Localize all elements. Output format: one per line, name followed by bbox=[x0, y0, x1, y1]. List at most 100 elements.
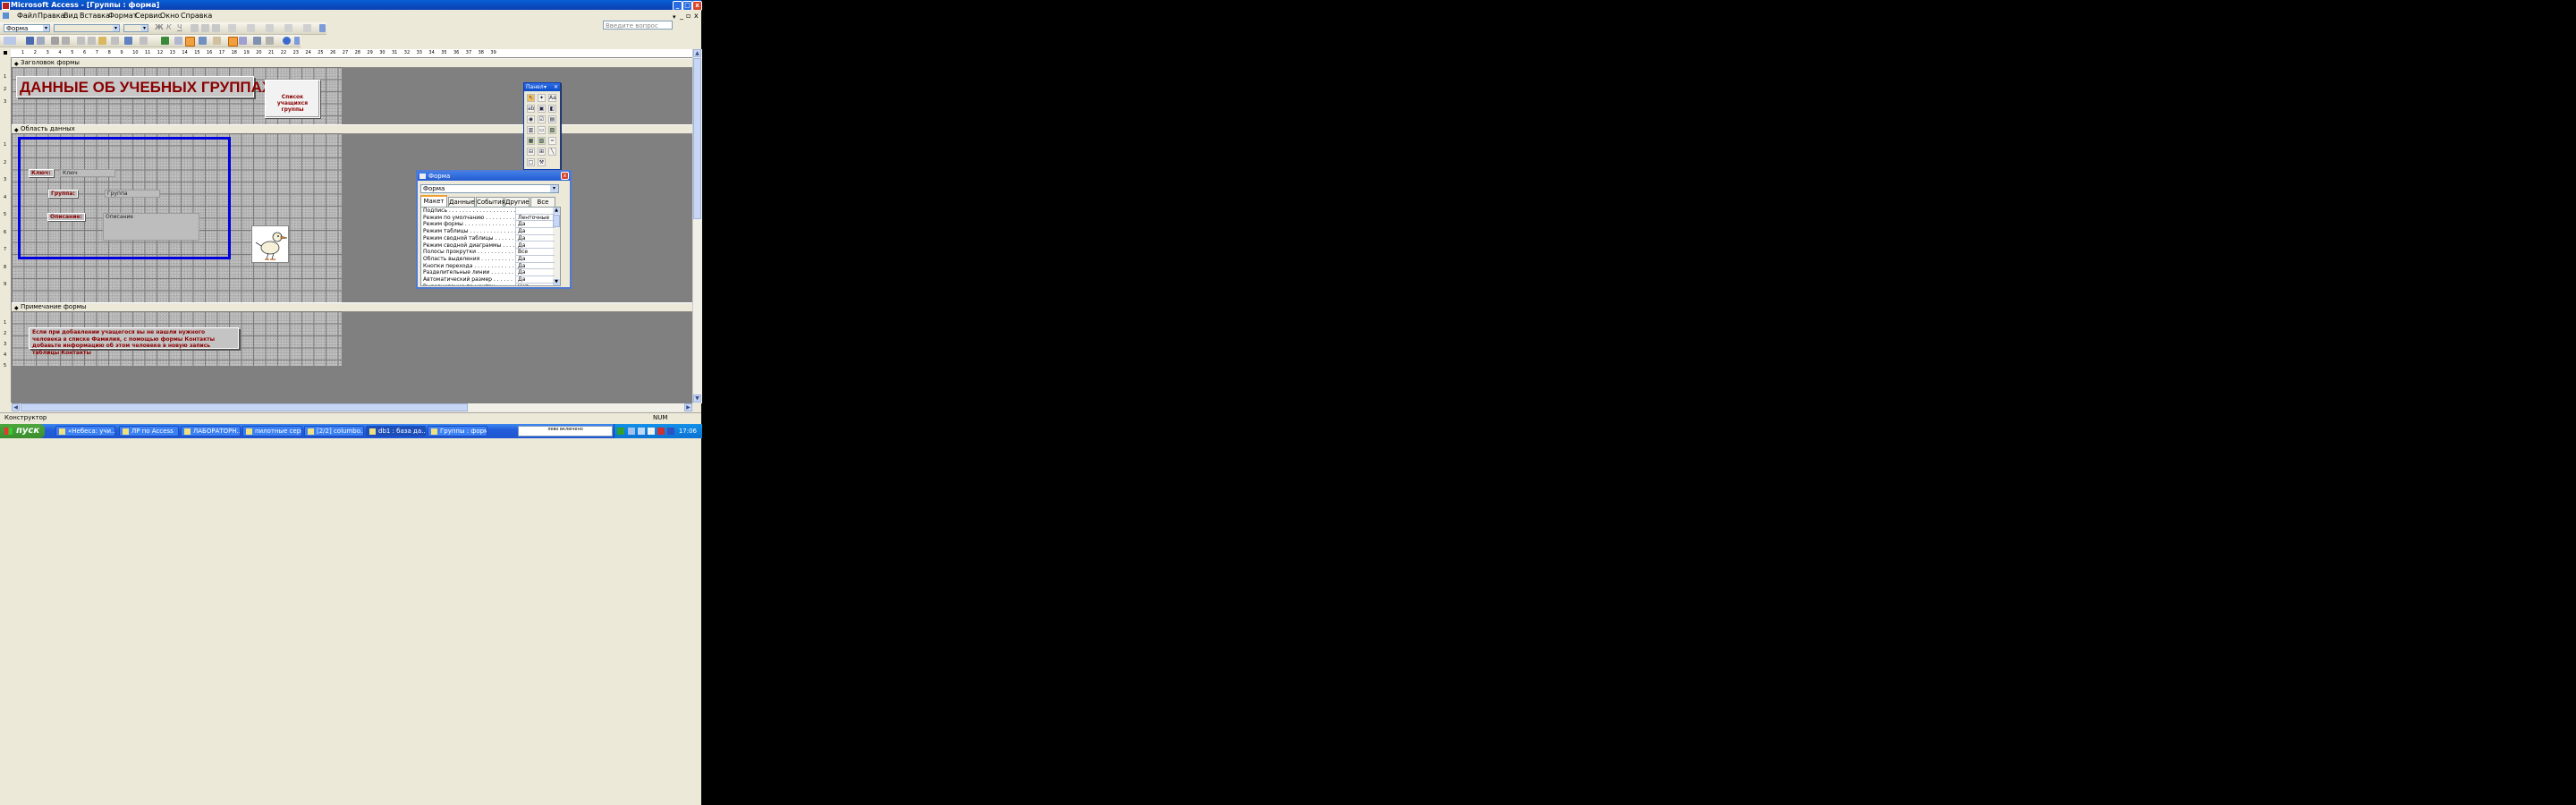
property-row[interactable]: Режим по умолчанию . . . . . . . . . . Ле… bbox=[421, 214, 555, 222]
language-panel[interactable]: лево включено bbox=[518, 426, 613, 436]
property-value[interactable]: Да bbox=[515, 255, 555, 263]
properties-icon[interactable] bbox=[228, 37, 238, 47]
wizard-icon[interactable]: ✦ bbox=[538, 94, 546, 102]
font-combo[interactable]: ▾ bbox=[54, 24, 120, 32]
taskbar-button[interactable]: Группы : форма bbox=[428, 426, 487, 436]
student-list-button[interactable]: Список учащихся группы bbox=[265, 80, 320, 118]
chevron-down-icon[interactable]: ▾ bbox=[43, 25, 49, 31]
build-icon[interactable] bbox=[239, 37, 247, 45]
option-group-icon[interactable]: ▣ bbox=[538, 105, 546, 113]
form-title-label[interactable]: ДАННЫЕ ОБ УЧЕБНЫХ ГРУППАХ bbox=[16, 76, 272, 97]
chevron-down-icon[interactable]: ▾ bbox=[550, 185, 558, 192]
toolbox-palette[interactable]: Панел ▾ ✕ ↖ ✦ Aa ab ▣ ◧ ◉ ☑ ▤ ▥ ▭ ▨ ▦ ▧ ┅ ⊟ ⊞ ╲ □ ⚒ bbox=[523, 82, 561, 170]
start-button[interactable]: пуск bbox=[0, 424, 45, 438]
align-right-icon[interactable] bbox=[212, 24, 220, 32]
help-icon[interactable] bbox=[283, 37, 291, 45]
property-row[interactable]: Режим сводной таблицы . . . . . . . Да bbox=[421, 234, 555, 242]
tab-other[interactable]: Другие bbox=[504, 197, 530, 207]
detail-area[interactable]: Ключ: Ключ Группа: Группа Описание: Опис… bbox=[12, 133, 342, 302]
line-color-icon[interactable] bbox=[266, 24, 274, 32]
property-row[interactable]: Автоматический размер . . . . . . Да bbox=[421, 276, 555, 284]
menu-edit[interactable]: Правка bbox=[38, 10, 64, 21]
option-button-icon[interactable]: ◉ bbox=[527, 115, 535, 123]
view-icon[interactable] bbox=[4, 37, 16, 45]
hyperlink-icon[interactable] bbox=[161, 37, 169, 45]
menu-view[interactable]: Вид bbox=[64, 10, 78, 21]
property-row[interactable]: Область выделения . . . . . . . . . . Да bbox=[421, 255, 555, 263]
print-preview-icon[interactable] bbox=[62, 37, 70, 45]
property-value[interactable] bbox=[515, 208, 555, 215]
font-color-icon[interactable] bbox=[247, 24, 255, 32]
tab-events[interactable]: События bbox=[476, 197, 505, 207]
taskbar-button[interactable]: «Небеса: учи... bbox=[55, 426, 115, 436]
textbox-icon[interactable]: ab bbox=[527, 105, 535, 113]
bound-frame-icon[interactable]: ▧ bbox=[538, 137, 546, 145]
doc-minimize-button[interactable]: _ bbox=[680, 10, 683, 21]
taskbar-button[interactable]: ЛАБОРАТОРН... bbox=[181, 426, 241, 436]
bold-button[interactable]: Ж bbox=[155, 23, 164, 31]
property-row[interactable]: Режим формы . . . . . . . . . . . . . . … bbox=[421, 221, 555, 229]
fill-color-icon[interactable] bbox=[228, 24, 236, 32]
property-value[interactable]: Да bbox=[515, 234, 555, 242]
property-row[interactable]: Разделительные линии . . . . . . . Да bbox=[421, 269, 555, 276]
form-design-surface[interactable]: ◆ Заголовок формы ДАННЫЕ ОБ УЧЕБНЫХ ГРУП… bbox=[12, 57, 692, 403]
save-icon[interactable] bbox=[26, 37, 34, 45]
clock[interactable]: 17:06 bbox=[679, 424, 697, 438]
align-left-icon[interactable] bbox=[191, 24, 199, 32]
title-bar[interactable]: Microsoft Access - [Группы : форма] _ □ … bbox=[0, 0, 702, 11]
group-label[interactable]: Группа: bbox=[48, 190, 78, 198]
vertical-scrollbar[interactable]: ▲ ▼ bbox=[692, 49, 702, 403]
underline-button[interactable]: Ч bbox=[177, 23, 182, 31]
database-window-icon[interactable] bbox=[253, 37, 261, 45]
paste-icon[interactable] bbox=[98, 37, 106, 45]
align-center-icon[interactable] bbox=[201, 24, 209, 32]
property-row[interactable]: Полосы прокрутки . . . . . . . . . . . Вс… bbox=[421, 249, 555, 256]
toolbox-close-button[interactable]: ✕ bbox=[554, 83, 558, 91]
property-value[interactable]: Нет bbox=[515, 283, 555, 285]
scroll-thumb[interactable] bbox=[21, 403, 468, 411]
description-textbox[interactable]: Описание bbox=[103, 213, 199, 241]
group-textbox[interactable]: Группа bbox=[105, 190, 160, 198]
menu-doc-icon[interactable] bbox=[3, 13, 9, 19]
property-row[interactable]: Кнопки перехода . . . . . . . . . . . .Д… bbox=[421, 262, 555, 270]
menu-tools[interactable]: Сервис bbox=[135, 10, 162, 21]
property-value[interactable]: Да bbox=[515, 242, 555, 250]
toolbar-options-icon[interactable] bbox=[294, 37, 300, 45]
tab-control-icon[interactable]: ⊟ bbox=[527, 148, 535, 156]
menu-insert[interactable]: Вставка bbox=[80, 10, 110, 21]
scroll-up-icon[interactable]: ▲ bbox=[693, 49, 701, 57]
tab-layout[interactable]: Макет bbox=[420, 195, 447, 207]
search-icon[interactable] bbox=[37, 37, 45, 45]
property-value[interactable]: Да bbox=[515, 262, 555, 270]
menu-window[interactable]: Окно bbox=[160, 10, 179, 21]
footer-note-label[interactable]: Если при добавлении учащегося вы не нашл… bbox=[29, 327, 239, 356]
unbound-frame-icon[interactable]: ▦ bbox=[527, 137, 535, 145]
property-value[interactable]: Да bbox=[515, 221, 555, 229]
font-size-combo[interactable]: ▾ bbox=[123, 24, 148, 32]
form-footer-area[interactable]: Если при добавлении учащегося вы не нашл… bbox=[12, 311, 342, 366]
special-effect-icon[interactable] bbox=[303, 24, 311, 32]
subform-icon[interactable]: ⊞ bbox=[538, 148, 546, 156]
form-selector[interactable] bbox=[4, 51, 7, 55]
checkbox-icon[interactable]: ☑ bbox=[538, 115, 546, 123]
taskbar-button[interactable]: ЛР по Access bbox=[119, 426, 179, 436]
rectangle-icon[interactable]: □ bbox=[527, 158, 535, 166]
ruler-corner[interactable] bbox=[0, 49, 11, 57]
more-controls-icon[interactable]: ⚒ bbox=[538, 158, 546, 166]
object-combo[interactable]: Форма ▾ bbox=[4, 24, 50, 32]
tray-language-icon[interactable] bbox=[667, 428, 674, 435]
ask-dropdown-icon[interactable]: ▾ bbox=[673, 12, 676, 23]
property-object-combo[interactable]: Форма ▾ bbox=[420, 184, 559, 193]
italic-button[interactable]: К bbox=[166, 23, 172, 31]
property-value[interactable]: Да bbox=[515, 269, 555, 276]
toolbar-options-icon[interactable] bbox=[319, 24, 326, 32]
menu-format[interactable]: Формат bbox=[108, 10, 137, 21]
toolbox-toggle-icon[interactable] bbox=[185, 37, 195, 47]
tab-all[interactable]: Все bbox=[530, 197, 555, 207]
image-icon[interactable]: ▨ bbox=[548, 126, 556, 134]
doc-restore-button[interactable]: ▫ bbox=[686, 10, 691, 21]
key-textbox[interactable]: Ключ bbox=[60, 169, 115, 177]
property-sheet-titlebar[interactable]: Форма x bbox=[418, 172, 570, 181]
horizontal-scrollbar[interactable]: ◀ ▶ bbox=[12, 403, 692, 411]
chevron-down-icon[interactable]: ▾ bbox=[141, 25, 148, 31]
